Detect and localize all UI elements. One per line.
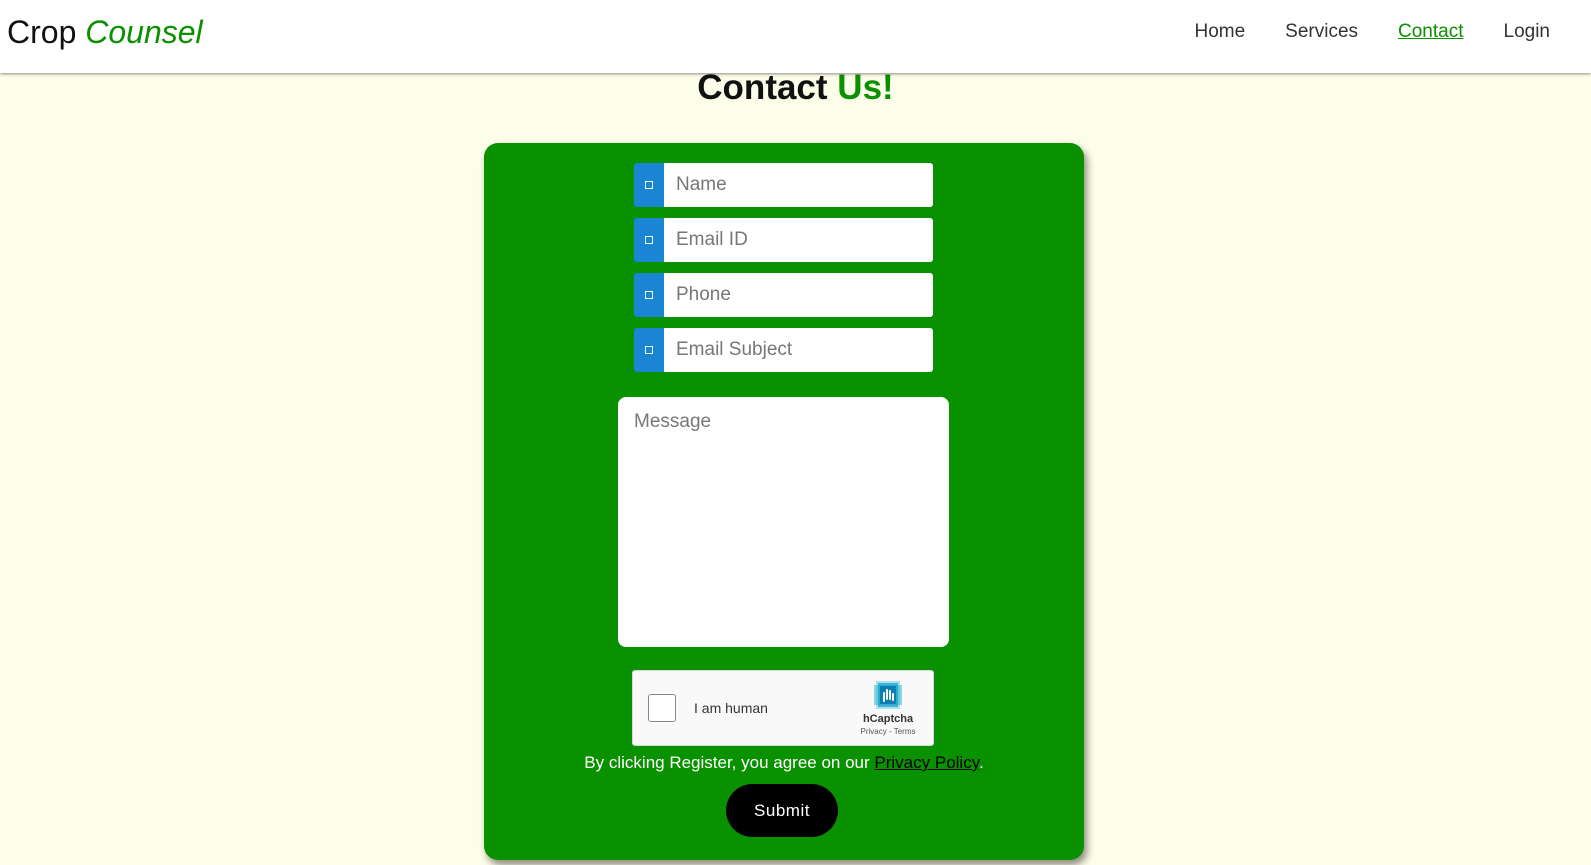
- page-title-first: Contact: [697, 68, 828, 107]
- terms-prefix: By clicking Register, you agree on our: [584, 753, 875, 772]
- email-field-icon: [634, 218, 664, 262]
- captcha-checkbox[interactable]: [648, 694, 676, 722]
- name-field-icon: [634, 163, 664, 207]
- phone-field: [634, 273, 933, 317]
- email-input[interactable]: [664, 218, 933, 262]
- nav-login[interactable]: Login: [1504, 21, 1551, 43]
- submit-button[interactable]: Submit: [726, 784, 838, 837]
- captcha-separator: -: [888, 727, 892, 736]
- brand-logo[interactable]: Crop Counsel: [7, 14, 203, 51]
- subject-field-icon: [634, 328, 664, 372]
- nav-services[interactable]: Services: [1285, 21, 1358, 43]
- name-input[interactable]: [664, 163, 933, 207]
- hcaptcha-logo: hCaptcha Privacy - Terms: [855, 679, 921, 736]
- message-textarea[interactable]: [618, 397, 949, 647]
- page-title-accent: Us!: [837, 68, 894, 107]
- page-title: Contact Us!: [0, 68, 1591, 108]
- hcaptcha-icon: [874, 681, 902, 709]
- nav-contact[interactable]: Contact: [1398, 21, 1463, 43]
- subject-input[interactable]: [664, 328, 933, 372]
- contact-form-card: I am human hCaptcha Privacy - Terms By c…: [484, 143, 1084, 860]
- nav-home[interactable]: Home: [1194, 21, 1245, 43]
- brand-name-first: Crop: [7, 14, 77, 50]
- phone-field-icon: [634, 273, 664, 317]
- captcha-label: I am human: [694, 700, 768, 716]
- captcha-widget: I am human hCaptcha Privacy - Terms: [632, 670, 934, 746]
- nav-links: Home Services Contact Login: [1154, 21, 1550, 43]
- name-field: [634, 163, 933, 207]
- terms-suffix: .: [978, 753, 984, 772]
- terms-text: By clicking Register, you agree on our P…: [484, 753, 1084, 773]
- captcha-links: Privacy - Terms: [855, 727, 921, 736]
- captcha-brand: hCaptcha: [862, 713, 914, 725]
- privacy-policy-link[interactable]: Privacy Policy: [874, 753, 979, 772]
- captcha-privacy-link[interactable]: Privacy: [861, 727, 887, 736]
- email-field: [634, 218, 933, 262]
- navbar: Crop Counsel Home Services Contact Login: [0, 0, 1591, 73]
- phone-input[interactable]: [664, 273, 933, 317]
- brand-name-accent: Counsel: [85, 14, 203, 50]
- captcha-terms-link[interactable]: Terms: [894, 727, 916, 736]
- subject-field: [634, 328, 933, 372]
